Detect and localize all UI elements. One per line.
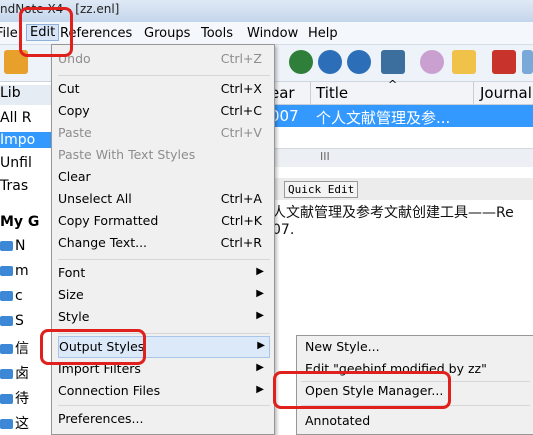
menu-item-paste-with-text-styles[interactable]: Paste With Text Styles	[58, 145, 268, 165]
preview-pane: 人文献管理及参考文献创建工具——Re 07.	[270, 200, 533, 280]
column-divider[interactable]	[473, 82, 474, 104]
open-folder-icon[interactable]	[452, 50, 476, 74]
group-trash[interactable]: Tras	[0, 178, 28, 194]
annotation-highlight	[40, 329, 146, 365]
submenu-arrow-icon: ▶	[256, 266, 264, 277]
group-item[interactable]: m	[0, 263, 29, 279]
menu-window[interactable]: Window	[247, 26, 298, 41]
submenu-arrow-icon: ▶	[257, 340, 265, 351]
column-title[interactable]: Title	[316, 84, 348, 102]
export-icon[interactable]	[492, 50, 516, 74]
group-item[interactable]: N	[0, 238, 25, 254]
tab-quick-edit[interactable]: Quick Edit	[284, 181, 359, 198]
scroll-grip-icon: III	[320, 150, 330, 163]
menu-item-change-text[interactable]: Change Text... Ctrl+R	[58, 233, 268, 253]
menu-file[interactable]: File	[0, 26, 18, 41]
menu-tools[interactable]: Tools	[201, 26, 233, 41]
submenu-item-annotated[interactable]: Annotated	[305, 413, 370, 428]
menu-item-unselect-all[interactable]: Unselect All Ctrl+A	[58, 189, 268, 209]
panel-header: Lib	[0, 85, 52, 105]
menu-item-undo[interactable]: Undo Ctrl+Z	[58, 49, 268, 69]
menu-item-size[interactable]: Size ▶	[58, 285, 268, 305]
horizontal-scrollbar[interactable]: III	[270, 148, 533, 167]
column-divider[interactable]	[310, 82, 311, 104]
annotation-highlight	[19, 7, 73, 57]
menu-item-copy[interactable]: Copy Ctrl+C	[58, 101, 268, 121]
folder-icon	[0, 241, 13, 251]
menu-item-paste[interactable]: Paste Ctrl+V	[58, 123, 268, 143]
menu-separator	[58, 259, 270, 260]
groups-panel: Lib All R Impo Unfil Tras My G N m c S 信…	[0, 82, 52, 433]
web-icon[interactable]	[381, 50, 405, 74]
row-title: 个人文献管理及参...	[316, 109, 451, 127]
submenu-item-new-style[interactable]: New Style...	[305, 339, 380, 354]
my-groups-header: My G	[0, 214, 40, 230]
submenu-arrow-icon: ▶	[256, 362, 264, 373]
group-imported[interactable]: Impo	[0, 132, 52, 148]
column-journal[interactable]: Journal	[480, 84, 532, 102]
menu-separator	[58, 405, 270, 406]
group-item[interactable]: 卤	[0, 363, 29, 383]
submenu-arrow-icon: ▶	[256, 310, 264, 321]
group-item[interactable]: c	[0, 288, 23, 304]
online-search-icon[interactable]	[289, 50, 313, 74]
sort-ascending-icon: ^	[388, 78, 398, 91]
folder-icon	[0, 419, 13, 429]
menu-item-cut[interactable]: Cut Ctrl+X	[58, 79, 268, 99]
preview-tabs: Quick Edit	[270, 178, 533, 201]
more-icon[interactable]	[522, 50, 533, 74]
download-icon[interactable]	[318, 50, 342, 74]
submenu-arrow-icon: ▶	[256, 288, 264, 299]
menu-groups[interactable]: Groups	[144, 26, 190, 41]
menu-item-clear[interactable]: Clear	[58, 167, 268, 187]
menu-bar: File Edit References Groups Tools Window…	[0, 22, 533, 45]
menu-help[interactable]: Help	[308, 26, 338, 41]
group-all-references[interactable]: All R	[0, 110, 32, 126]
edit-menu: Undo Ctrl+Z Cut Ctrl+X Copy Ctrl+C Paste Ctr…	[51, 44, 275, 435]
preview-line: 07.	[272, 222, 295, 238]
menu-item-connection-files[interactable]: Connection Files ▶	[58, 381, 268, 401]
table-row[interactable]: 007 个人文献管理及参...	[270, 105, 533, 127]
menu-item-font[interactable]: Font ▶	[58, 263, 268, 283]
insert-citation-icon[interactable]	[420, 50, 444, 74]
folder-icon	[0, 394, 13, 404]
group-item[interactable]: 这	[0, 413, 29, 433]
preview-line: 人文献管理及参考文献创建工具——Re	[272, 205, 514, 221]
reference-list-header: ear Title ^ Journal	[270, 78, 533, 105]
folder-icon	[0, 344, 13, 354]
upload-icon[interactable]	[347, 50, 371, 74]
folder-icon	[0, 316, 13, 326]
menu-separator	[58, 75, 270, 76]
group-item[interactable]: 待	[0, 388, 29, 408]
group-item[interactable]: 信	[0, 338, 29, 358]
menu-item-preferences[interactable]: Preferences...	[58, 409, 268, 429]
menu-item-style[interactable]: Style ▶	[58, 307, 268, 327]
menu-item-copy-formatted[interactable]: Copy Formatted Ctrl+K	[58, 211, 268, 231]
submenu-arrow-icon: ▶	[256, 384, 264, 395]
folder-icon	[0, 266, 13, 276]
group-unfiled[interactable]: Unfil	[0, 155, 32, 171]
folder-icon	[0, 369, 13, 379]
annotation-highlight	[273, 371, 451, 409]
folder-icon	[0, 291, 13, 301]
group-item[interactable]: S	[0, 313, 24, 329]
title-bar: ndNote X4 - [zz.enl]	[0, 0, 533, 22]
